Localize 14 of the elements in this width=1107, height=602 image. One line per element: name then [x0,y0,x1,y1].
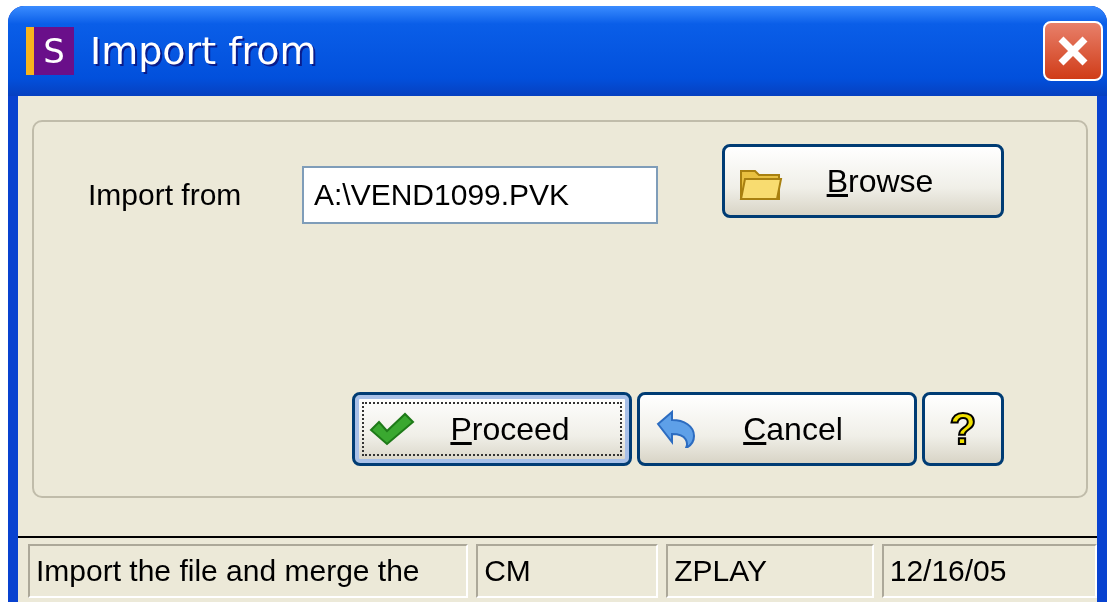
status-pane: Import the file and merge the [28,544,469,598]
close-button[interactable] [1043,21,1103,81]
status-pane: ZPLAY [666,544,874,598]
status-pane: 12/16/05 [881,544,1097,598]
undo-arrow-icon [654,410,696,448]
browse-button[interactable]: Browse [722,144,1004,218]
field-label: Import from [88,178,243,212]
path-field[interactable]: A:\VEND1099.PVK [302,166,658,224]
proceed-button[interactable]: Proceed [352,392,632,466]
app-icon: S [26,27,74,75]
window-title: Import from [90,29,318,73]
checkmark-icon [369,412,415,446]
status-pane: CM [476,544,659,598]
cancel-button[interactable]: Cancel [637,392,917,466]
